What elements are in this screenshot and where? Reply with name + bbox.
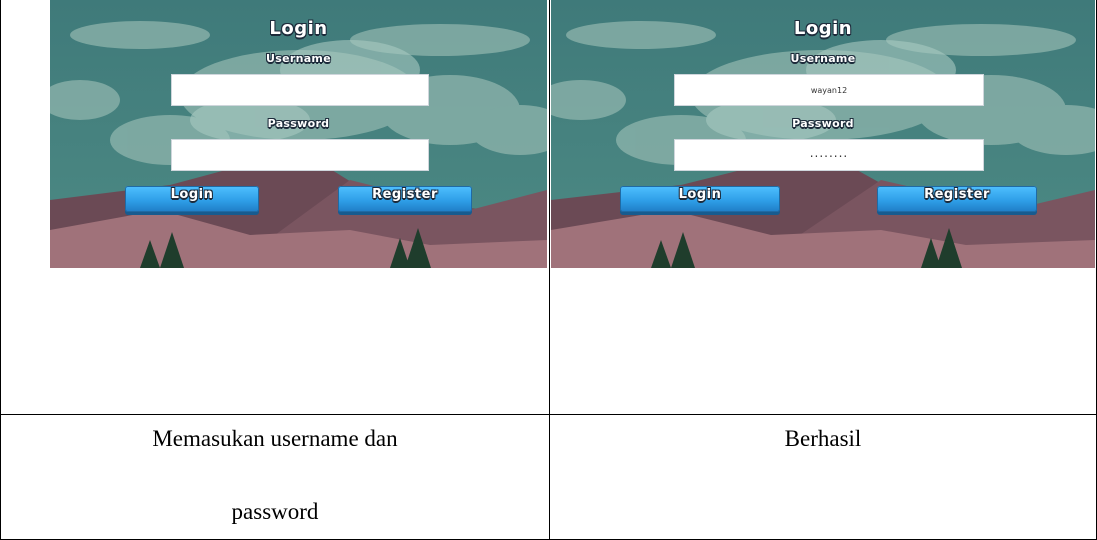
- login-screenshot-empty: Login Username Password Login Register: [50, 0, 547, 268]
- password-value: ........: [809, 146, 849, 160]
- caption-left-line1: Memasukan username dan: [152, 426, 398, 451]
- register-button-label: Register: [372, 187, 438, 202]
- password-label: Password: [792, 117, 854, 130]
- table-row-divider: [0, 414, 1097, 415]
- username-label: Username: [790, 52, 856, 65]
- username-label: Username: [266, 52, 331, 65]
- login-button-label: Login: [170, 187, 214, 202]
- caption-right: Berhasil: [784, 426, 862, 451]
- test-case-table: Login Username Password Login Register L…: [0, 0, 1097, 540]
- login-screenshot-filled: Login Username wayan12 Password ........…: [551, 0, 1095, 268]
- username-value: wayan12: [810, 85, 848, 95]
- sky-mountain-background: [50, 0, 547, 268]
- login-button[interactable]: Login: [125, 186, 259, 212]
- login-title: Login: [793, 18, 853, 39]
- caption-left-line2: password: [231, 499, 319, 524]
- register-button-label: Register: [924, 187, 990, 202]
- username-input[interactable]: wayan12: [674, 74, 984, 106]
- register-button[interactable]: Register: [877, 186, 1037, 212]
- sky-mountain-background: [551, 0, 1095, 268]
- table-border-middle: [549, 0, 550, 540]
- username-input[interactable]: [171, 74, 429, 106]
- register-button[interactable]: Register: [338, 186, 472, 212]
- password-input[interactable]: [171, 139, 429, 171]
- login-title: Login: [269, 18, 328, 39]
- password-label: Password: [267, 117, 330, 130]
- login-button[interactable]: Login: [620, 186, 780, 212]
- table-border-left: [0, 0, 1, 540]
- password-input[interactable]: ........: [674, 139, 984, 171]
- login-button-label: Login: [678, 187, 722, 202]
